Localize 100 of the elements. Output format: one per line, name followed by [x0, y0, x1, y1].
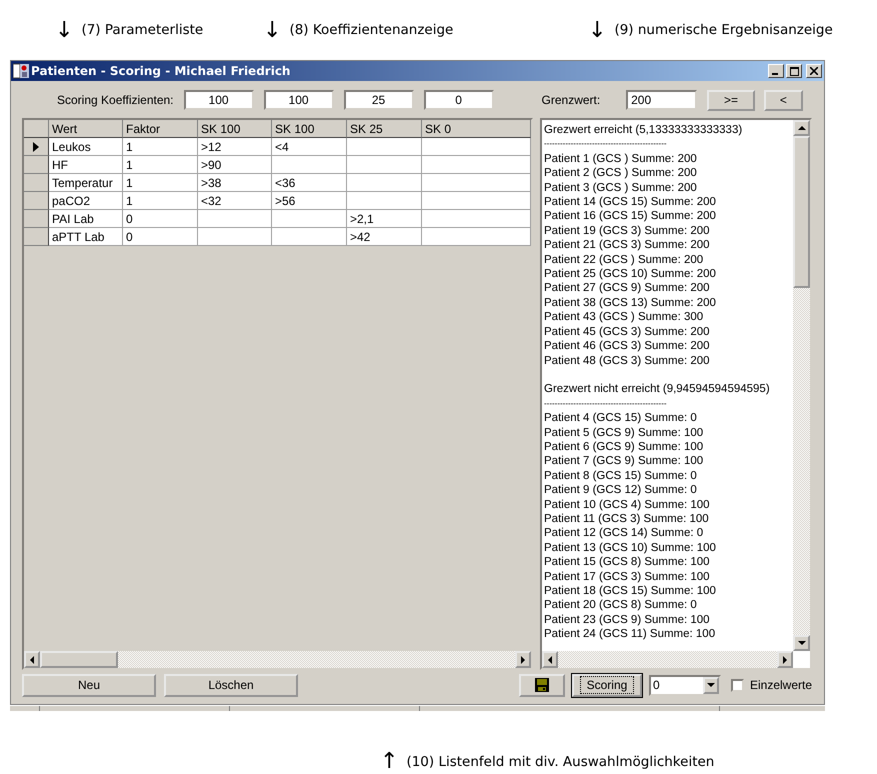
- table-cell: paCO2: [49, 192, 123, 210]
- scrollbar-thumb[interactable]: [793, 136, 810, 288]
- close-icon: [810, 67, 818, 75]
- right-arrow-icon: [520, 656, 526, 664]
- result-line: Patient 45 (GCS 3) Summe: 200: [544, 324, 711, 340]
- result-line: Patient 1 (GCS ) Summe: 200: [544, 152, 698, 166]
- dropdown-field[interactable]: 0: [648, 674, 721, 696]
- result-line: Patient 5 (GCS 9) Summe: 100: [544, 426, 704, 440]
- result-heading: Grezwert nicht erreicht (9,94594594594595): [544, 382, 771, 397]
- separator-line: ----------------------------------------------: [544, 398, 668, 410]
- result-line: Patient 7 (GCS 9) Summe: 100: [544, 454, 704, 469]
- row-header[interactable]: [24, 174, 49, 192]
- table-cell: 0: [123, 210, 198, 228]
- result-line: Patient 2 (GCS ) Summe: 200: [544, 166, 698, 181]
- left-arrow-icon: [29, 656, 35, 664]
- table-cell: >12: [198, 138, 272, 156]
- save-button[interactable]: [518, 674, 565, 696]
- result-line: Patient 12 (GCS 14) Summe: 0: [544, 526, 704, 541]
- result-line: Patient 25 (GCS 10) Summe: 200: [544, 267, 717, 282]
- checkbox-label[interactable]: Einzelwerte: [750, 678, 812, 692]
- result-line: Patient 24 (GCS 11) Summe: 100: [544, 627, 716, 642]
- horizontal-scrollbar[interactable]: [24, 651, 531, 668]
- action-button[interactable]: Löschen: [164, 674, 298, 696]
- up-arrow-icon: [798, 125, 806, 131]
- result-line: Patient 27 (GCS 9) Summe: 200: [544, 281, 711, 296]
- maximize-icon: [790, 66, 798, 76]
- result-line: Patient 15 (GCS 8) Summe: 100: [544, 555, 711, 570]
- down-arrow-icon: ↓: [55, 18, 74, 42]
- app-icon: [13, 63, 29, 79]
- row-header[interactable]: [24, 228, 49, 246]
- coefficients-label: Scoring Koeffizienten:: [57, 93, 174, 107]
- separator-line: ----------------------------------------------: [544, 138, 668, 150]
- vertical-scrollbar[interactable]: [793, 120, 810, 651]
- row-header[interactable]: [24, 192, 49, 210]
- row-header[interactable]: [24, 210, 49, 228]
- result-line: Patient 38 (GCS 13) Summe: 200: [544, 296, 717, 310]
- minimize-button[interactable]: [768, 64, 784, 78]
- table-cell: 1: [123, 156, 198, 174]
- result-line: Patient 10 (GCS 4) Summe: 100: [544, 498, 711, 512]
- annotation-label: (8) Koeffizientenanzeige: [289, 22, 454, 38]
- table-cell: Leukos: [49, 138, 123, 156]
- result-heading: Grezwert erreicht (5,13333333333333): [544, 123, 744, 138]
- result-line: Patient 16 (GCS 15) Summe: 200: [544, 209, 717, 224]
- window-title: Patienten - Scoring - Michael Friedrich: [31, 64, 292, 78]
- table-cell: PAI Lab: [49, 210, 123, 228]
- right-arrow-icon: [782, 656, 788, 664]
- down-arrow-icon: ↓: [588, 18, 606, 42]
- comparison-button[interactable]: <: [764, 90, 803, 110]
- result-line: Patient 48 (GCS 3) Summe: 200: [544, 354, 711, 368]
- result-line: Patient 9 (GCS 12) Summe: 0: [544, 483, 698, 498]
- result-line: Patient 22 (GCS ) Summe: 200: [544, 252, 704, 268]
- result-line: Patient 3 (GCS ) Summe: 200: [544, 180, 698, 196]
- checkbox[interactable]: [730, 678, 744, 692]
- coefficient-field[interactable]: 100: [184, 90, 254, 110]
- horizontal-scrollbar[interactable]: [542, 651, 793, 668]
- annotation-label: (10) Listenfeld mit div. Auswahlmöglichkeiten: [406, 754, 714, 770]
- table-cell: HF: [49, 156, 123, 174]
- annotation-label: (7) Parameterliste: [81, 22, 204, 38]
- annotation-label: (9) numerische Ergebnisanzeige: [614, 22, 833, 38]
- table-cell: >2,1: [347, 210, 422, 228]
- result-line: Patient 11 (GCS 3) Summe: 100: [544, 512, 710, 526]
- table-cell: <4: [272, 138, 347, 156]
- coefficient-field[interactable]: 100: [264, 90, 334, 110]
- result-line: Patient 43 (GCS ) Summe: 300: [544, 310, 704, 325]
- table-cell: <36: [272, 174, 347, 192]
- result-line: Patient 14 (GCS 15) Summe: 200: [544, 195, 717, 210]
- result-line: Patient 19 (GCS 3) Summe: 200: [544, 224, 711, 238]
- result-line: Patient 4 (GCS 15) Summe: 0: [544, 411, 698, 426]
- down-arrow-icon: ↓: [263, 18, 282, 42]
- result-line: Patient 21 (GCS 3) Summe: 200: [544, 238, 711, 253]
- result-line: Patient 13 (GCS 10) Summe: 100: [544, 540, 717, 556]
- row-header[interactable]: [24, 156, 49, 174]
- coefficient-field[interactable]: 0: [424, 90, 494, 110]
- coefficient-field[interactable]: 25: [344, 90, 414, 110]
- left-arrow-icon: [547, 656, 553, 664]
- table-cell: >42: [347, 228, 422, 246]
- down-arrow-icon: [798, 640, 806, 646]
- threshold-label: Grenzwert:: [542, 93, 602, 107]
- table-cell: 1: [123, 138, 198, 156]
- result-line: Patient 6 (GCS 9) Summe: 100: [544, 440, 704, 454]
- scoring-button[interactable]: Scoring: [572, 674, 642, 696]
- close-button[interactable]: [806, 64, 822, 78]
- table-cell: >90: [198, 156, 272, 174]
- table-cell: 1: [123, 192, 198, 210]
- result-line: Patient 18 (GCS 15) Summe: 100: [544, 584, 717, 598]
- result-line: Patient 8 (GCS 15) Summe: 0: [544, 468, 698, 484]
- maximize-button[interactable]: [786, 64, 802, 78]
- scrollbar-thumb[interactable]: [40, 651, 118, 668]
- result-line: Patient 20 (GCS 8) Summe: 0: [544, 598, 698, 613]
- up-arrow-icon: ↑: [380, 749, 398, 774]
- table-cell: Temperatur: [49, 174, 123, 192]
- action-button[interactable]: Neu: [22, 674, 156, 696]
- comparison-button[interactable]: >=: [707, 90, 755, 110]
- table-cell: aPTT Lab: [49, 228, 123, 246]
- down-arrow-icon: [706, 682, 715, 688]
- table-cell: 0: [123, 228, 198, 246]
- result-line: Patient 46 (GCS 3) Summe: 200: [544, 339, 711, 354]
- table-cell: 1: [123, 174, 198, 192]
- threshold-field[interactable]: 200: [626, 90, 698, 110]
- row-header[interactable]: [24, 138, 49, 156]
